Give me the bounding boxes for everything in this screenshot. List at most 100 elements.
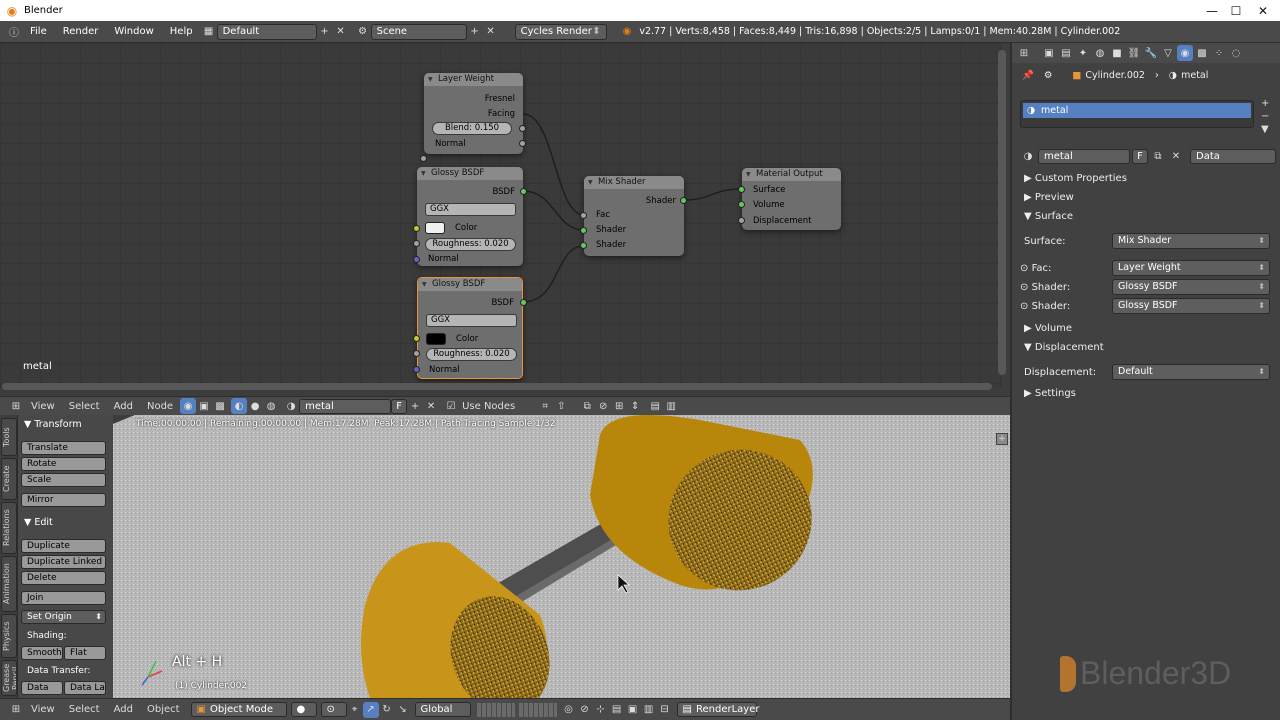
world-shader-icon[interactable]: ● (247, 398, 263, 414)
rotate-manipulator-icon[interactable]: ↻ (379, 702, 395, 718)
tab-physics[interactable]: Physics (1, 614, 17, 658)
fresnel-socket[interactable] (519, 125, 526, 132)
render-layer-toggle-icon[interactable]: ⊟ (657, 702, 673, 718)
tab-relations[interactable]: Relations (1, 502, 17, 554)
constraints-tab-icon[interactable]: ⛓ (1126, 45, 1142, 61)
data-transfer-button[interactable]: Data (21, 681, 63, 695)
custom-properties-panel[interactable]: ▶ Custom Properties (1012, 173, 1280, 184)
volume-socket[interactable] (738, 201, 745, 208)
render-layer-select[interactable]: ▤ RenderLayer (676, 702, 759, 717)
data-layout-button[interactable]: Data La (64, 681, 106, 695)
transform-panel-header[interactable]: ▼ Transform (24, 419, 82, 430)
render-tab-icon[interactable]: ▣ (1041, 45, 1057, 61)
material-slot-item[interactable]: ◑ metal (1023, 103, 1251, 118)
glossy-bsdf-node-1[interactable]: Glossy BSDF BSDF GGX Color Roughness: 0.… (417, 167, 523, 266)
menu-add[interactable]: Add (107, 401, 140, 412)
glossy2-color-socket[interactable] (413, 335, 420, 342)
mix-fac-socket[interactable] (580, 212, 587, 219)
render-engine-select[interactable]: Cycles Render ⬍ (514, 23, 607, 40)
backdrop-icon[interactable]: ⇧ (553, 398, 569, 414)
horizontal-scrollbar[interactable] (2, 383, 992, 390)
render-anim-icon[interactable]: ▥ (641, 702, 657, 718)
surface-socket[interactable] (738, 186, 745, 193)
tab-create[interactable]: Create (1, 458, 17, 500)
physics-tab-icon[interactable]: ◌ (1228, 45, 1244, 61)
delete-button[interactable]: Delete (21, 571, 106, 585)
texture-tab-icon[interactable]: ▩ (1194, 45, 1210, 61)
pin-icon[interactable]: 📌 (1022, 70, 1034, 81)
texture-nodes-icon[interactable]: ▩ (212, 398, 228, 414)
flat-button[interactable]: Flat (64, 646, 106, 660)
proportional-edit-icon[interactable]: ◎ (561, 702, 577, 718)
node-editor-canvas[interactable]: Layer Weight Fresnel Facing Blend: 0.150… (0, 43, 1002, 389)
rotate-button[interactable]: Rotate (21, 457, 106, 471)
editor-type-icon[interactable]: ⊞ (8, 702, 24, 718)
render-layers-tab-icon[interactable]: ▤ (1058, 45, 1074, 61)
layers-grid-2[interactable] (518, 702, 557, 717)
glossy1-roughness-socket[interactable] (413, 240, 420, 247)
glossy2-bsdf-socket[interactable] (520, 299, 527, 306)
use-nodes-checkbox[interactable]: ☑ (443, 398, 459, 414)
editor-type-icon[interactable]: ⓘ (6, 24, 22, 40)
settings-panel[interactable]: ▶ Settings (1012, 388, 1280, 399)
displacement-select[interactable]: Default (1112, 364, 1270, 380)
material-output-node[interactable]: Material Output Surface Volume Displacem… (742, 168, 841, 230)
shader-nodes-icon[interactable]: ◉ (180, 398, 197, 414)
snap-target-icon[interactable]: ⇕ (627, 398, 643, 414)
blend-socket[interactable] (420, 155, 427, 162)
remove-scene-icon[interactable]: ✕ (483, 24, 499, 40)
shader1-select[interactable]: Glossy BSDF (1112, 279, 1270, 295)
facing-socket[interactable] (519, 140, 526, 147)
material-name-field[interactable]: metal (1038, 148, 1130, 164)
translate-manipulator-icon[interactable]: ↗ (362, 701, 379, 718)
data-tab-icon[interactable]: ▽ (1160, 45, 1176, 61)
glossy2-roughness-socket[interactable] (413, 350, 420, 357)
edit-panel-header[interactable]: ▼ Edit (24, 517, 53, 528)
set-origin-select[interactable]: Set Origin ⬍ (21, 610, 106, 624)
mix-shader-output-socket[interactable] (680, 197, 687, 204)
screen-layout-field[interactable]: Default (216, 23, 317, 40)
duplicate-button[interactable]: Duplicate (21, 539, 106, 553)
3d-viewport[interactable]: Time:00:00.00 | Remaining:00:00.00 | Mem… (0, 415, 1010, 698)
volume-panel[interactable]: ▶ Volume (1012, 323, 1280, 334)
tab-tools[interactable]: Tools (1, 418, 17, 456)
vertical-scrollbar[interactable] (998, 50, 1006, 375)
distribution-select[interactable]: GGX (426, 314, 517, 327)
layer-weight-node[interactable]: Layer Weight Fresnel Facing Blend: 0.150… (420, 73, 526, 177)
fake-user-button[interactable]: F (1132, 148, 1148, 164)
scene-tab-icon[interactable]: ✦ (1075, 45, 1091, 61)
snap-toggle-icon[interactable]: ⊘ (577, 702, 593, 718)
menu-file[interactable]: File (22, 26, 55, 37)
add-layout-icon[interactable]: + (317, 24, 333, 40)
add-scene-icon[interactable]: + (467, 24, 483, 40)
mix-shader-node[interactable]: Mix Shader Shader Fac Shader Shader (584, 176, 684, 256)
menu-render[interactable]: Render (55, 26, 107, 37)
menu-object[interactable]: Object (140, 704, 187, 715)
distribution-select[interactable]: GGX (425, 203, 516, 216)
editor-type-icon[interactable]: ⊞ (1016, 45, 1032, 61)
material-tab-icon[interactable]: ◉ (1177, 45, 1193, 61)
unlink-material-icon[interactable]: ✕ (423, 398, 439, 414)
slot-specials-icon[interactable]: ▼ (1261, 124, 1275, 135)
linestyle-shader-icon[interactable]: ◍ (263, 398, 279, 414)
menu-help[interactable]: Help (162, 26, 201, 37)
object-shader-icon[interactable]: ◐ (231, 398, 248, 414)
blend-field[interactable]: Blend: 0.150 (432, 122, 512, 135)
unlink-material-icon[interactable]: ✕ (1168, 148, 1184, 164)
menu-window[interactable]: Window (106, 26, 161, 37)
roughness-field[interactable]: Roughness: 0.020 (426, 348, 517, 361)
menu-view[interactable]: View (24, 401, 62, 412)
scale-button[interactable]: Scale (21, 473, 106, 487)
render-still-icon[interactable]: ▣ (625, 702, 641, 718)
mode-select[interactable]: ▣ Object Mode (190, 702, 287, 717)
add-material-icon[interactable]: + (407, 398, 423, 414)
mix-shader1-socket[interactable] (580, 227, 587, 234)
shading-mode-select[interactable]: ● (290, 702, 317, 717)
particles-tab-icon[interactable]: ⁘ (1211, 45, 1227, 61)
roughness-field[interactable]: Roughness: 0.020 (425, 238, 516, 251)
copy-icon[interactable]: ⧉ (579, 398, 595, 414)
compositing-nodes-icon[interactable]: ▣ (196, 398, 212, 414)
world-tab-icon[interactable]: ◍ (1092, 45, 1108, 61)
shader2-select[interactable]: Glossy BSDF (1112, 298, 1270, 314)
glossy1-color-socket[interactable] (413, 225, 420, 232)
